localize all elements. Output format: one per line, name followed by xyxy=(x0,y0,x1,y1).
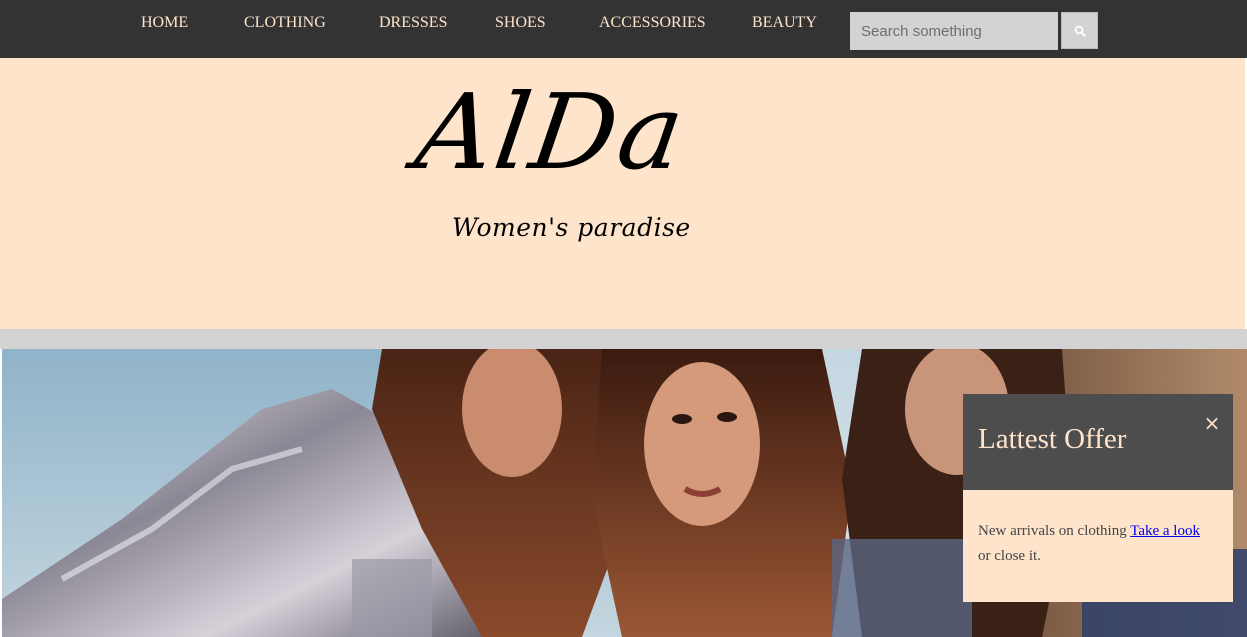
offer-title: Lattest Offer xyxy=(978,423,1127,455)
logo-tagline: Women's paradise xyxy=(452,213,691,242)
header-divider-band xyxy=(0,329,1247,349)
nav-home-link[interactable]: HOME xyxy=(141,14,188,32)
take-a-look-link[interactable]: Take a look xyxy=(1130,523,1200,539)
site-header: AlDa Women's paradise xyxy=(0,58,1245,329)
search-input[interactable] xyxy=(850,12,1058,50)
offer-popup: Lattest Offer × New arrivals on clothing… xyxy=(963,394,1233,602)
top-navigation-bar: HOME CLOTHING DRESSES SHOES ACCESSORIES … xyxy=(0,0,1247,58)
nav-dresses-link[interactable]: DRESSES xyxy=(379,14,447,32)
logo-title: AlDa xyxy=(408,71,693,193)
nav-beauty-link[interactable]: BEAUTY xyxy=(752,14,817,32)
close-icon[interactable]: × xyxy=(1203,413,1221,433)
offer-message: New arrivals on clothing Take a look or c… xyxy=(978,519,1228,569)
nav-shoes-link[interactable]: SHOES xyxy=(495,14,546,32)
nav-accessories-link[interactable]: ACCESSORIES xyxy=(599,14,706,32)
offer-text-after: or close it. xyxy=(978,548,1041,564)
search-button[interactable] xyxy=(1061,12,1098,49)
offer-popup-body: New arrivals on clothing Take a look or c… xyxy=(963,490,1233,602)
search-icon xyxy=(1074,25,1086,37)
nav-clothing-link[interactable]: CLOTHING xyxy=(244,14,326,32)
offer-popup-header: Lattest Offer × xyxy=(963,394,1233,490)
offer-text-before: New arrivals on clothing xyxy=(978,523,1131,539)
